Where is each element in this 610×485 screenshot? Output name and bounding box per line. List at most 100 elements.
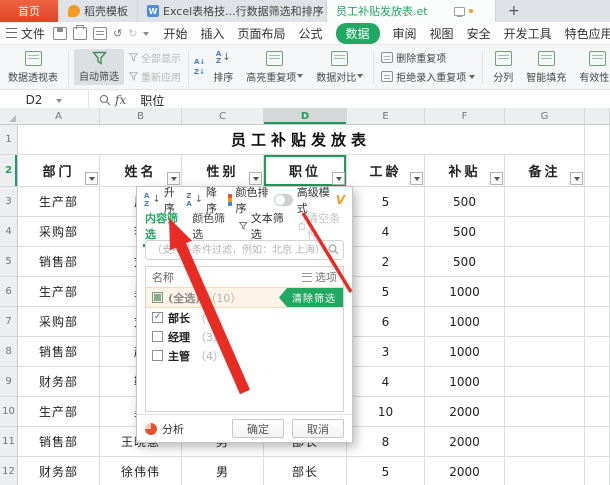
sort-asc-desc-icons[interactable]: A↓ Z↓ [194, 58, 205, 76]
print-preview-icon[interactable] [93, 26, 108, 40]
filter-dropdown-button-active[interactable] [332, 172, 345, 185]
checkbox-unchecked[interactable] [152, 350, 163, 361]
redo-icon[interactable]: ↻ [128, 28, 137, 39]
tab-docer[interactable]: 稻壳模板 [59, 0, 138, 22]
quickbar-dropdown-icon[interactable] [143, 31, 150, 39]
header-cell-years[interactable]: 工龄 [347, 155, 425, 187]
smart-fill-button[interactable]: 智能填充 [521, 49, 571, 86]
menu-view[interactable]: 视图 [430, 25, 454, 42]
clear-filter-badge[interactable]: 清除筛选 [279, 288, 343, 307]
cell-dept[interactable]: 销售部 [18, 247, 100, 277]
cell-dept[interactable]: 生产部 [18, 397, 100, 427]
menu-security[interactable]: 安全 [467, 25, 491, 42]
cell-subsidy[interactable]: 1000 [425, 367, 505, 397]
row-header[interactable]: 8 [0, 337, 18, 367]
checkbox-select-all[interactable] [152, 292, 163, 303]
empty-cell[interactable] [585, 397, 610, 427]
menu-developer[interactable]: 开发工具 [504, 25, 552, 42]
menu-formulas[interactable]: 公式 [299, 25, 323, 42]
cell-years[interactable]: 3 [347, 337, 425, 367]
list-item-select-all[interactable]: (全选) （10） 清除筛选 [146, 287, 343, 308]
cell-name[interactable]: 徐伟伟 [100, 457, 182, 485]
menu-insert[interactable]: 插入 [200, 25, 224, 42]
data-validation-button[interactable]: 有效性 [574, 49, 610, 86]
header-cell-subsidy[interactable]: 补贴 [425, 155, 505, 187]
list-item[interactable]: 主管 （4） [146, 346, 343, 365]
tab-web-document[interactable]: W Excel表格技...行数据筛选和排序 [138, 0, 327, 22]
cell-dept[interactable]: 销售部 [18, 337, 100, 367]
list-item[interactable]: ✓ 部长 （3） [146, 308, 343, 327]
cell-note[interactable] [505, 337, 585, 367]
cell-dept[interactable]: 财务部 [18, 367, 100, 397]
select-all-corner[interactable] [0, 108, 18, 124]
tab-current-sheet[interactable]: S 员工补贴发放表.et [0, 0, 610, 120]
zoom-formula-icon[interactable] [99, 94, 111, 106]
menu-special-features[interactable]: 特色应用 [565, 25, 610, 42]
cell-years[interactable]: 5 [347, 457, 425, 485]
empty-cell[interactable] [585, 367, 610, 397]
column-header-H-partial[interactable] [585, 108, 610, 124]
column-header-D-selected[interactable]: D [264, 108, 347, 124]
checkbox-checked[interactable]: ✓ [152, 312, 163, 323]
menu-page-layout[interactable]: 页面布局 [237, 25, 285, 42]
menu-start[interactable]: 开始 [163, 25, 187, 42]
options-button[interactable]: 选项 [302, 269, 337, 285]
advanced-mode-toggle[interactable] [273, 194, 293, 206]
column-header-A[interactable]: A [18, 108, 100, 124]
row-header[interactable]: 9 [0, 367, 18, 397]
cell-note[interactable] [505, 277, 585, 307]
cell-subsidy[interactable]: 500 [425, 187, 505, 217]
row-header[interactable]: 4 [0, 217, 18, 247]
fx-icon[interactable]: fx [115, 93, 126, 107]
cell-dept[interactable]: 销售部 [18, 427, 100, 457]
file-menu-button[interactable]: 文件 [6, 25, 45, 42]
cell-subsidy[interactable]: 500 [425, 247, 505, 277]
cell-dept[interactable]: 采购部 [18, 307, 100, 337]
cell-subsidy[interactable]: 1000 [425, 277, 505, 307]
tab-home[interactable]: 首页 [0, 0, 59, 22]
row-header[interactable]: 11 [0, 427, 18, 457]
row-header[interactable]: 3 [0, 187, 18, 217]
menu-data-active[interactable]: 数据 [335, 22, 380, 44]
filter-search-input[interactable] [145, 240, 344, 260]
empty-cell[interactable] [585, 277, 610, 307]
cell-note[interactable] [505, 307, 585, 337]
highlight-duplicates-button[interactable]: 高亮重复项 [241, 49, 308, 86]
sheet-title-cell[interactable]: 员工补贴发放表 [18, 125, 585, 155]
column-header-B[interactable]: B [100, 108, 182, 124]
cell-years[interactable]: 4 [347, 217, 425, 247]
empty-cell[interactable] [585, 307, 610, 337]
cell-subsidy[interactable]: 1000 [425, 337, 505, 367]
text-to-columns-button[interactable]: 分列 [488, 49, 518, 86]
row-header[interactable]: 7 [0, 307, 18, 337]
row-header[interactable]: 10 [0, 397, 18, 427]
filter-dropdown-button[interactable] [490, 172, 503, 185]
cell-years[interactable]: 5 [347, 277, 425, 307]
empty-cell[interactable] [585, 247, 610, 277]
cell-note[interactable] [505, 427, 585, 457]
remove-duplicates-button[interactable]: 删除重复项 [381, 50, 475, 65]
cell-note[interactable] [505, 397, 585, 427]
filter-dropdown-button[interactable] [570, 172, 583, 185]
clear-filter-conditions-button[interactable]: 清空条件 [297, 210, 344, 242]
cell-title[interactable]: 部长 [264, 457, 347, 485]
row-header-1[interactable]: 1 [0, 125, 18, 155]
empty-cell[interactable] [585, 457, 610, 485]
sort-button[interactable]: A Z ↓ 排序 [208, 48, 238, 86]
cell-subsidy[interactable]: 500 [425, 217, 505, 247]
cell-note[interactable] [505, 217, 585, 247]
header-cell-name[interactable]: 姓名 [100, 155, 182, 187]
row-header[interactable]: 12 [0, 457, 18, 485]
name-box[interactable]: D2 [0, 90, 89, 110]
cell-gender[interactable]: 男 [182, 457, 264, 485]
reapply-button[interactable]: 重新应用 [129, 69, 181, 84]
cell-note[interactable] [505, 367, 585, 397]
cell-note[interactable] [505, 457, 585, 485]
cell-subsidy[interactable]: 2000 [425, 427, 505, 457]
row-header[interactable]: 6 [0, 277, 18, 307]
empty-cell[interactable] [585, 427, 610, 457]
header-cell-gender[interactable]: 性别 [182, 155, 264, 187]
tab-text-filter[interactable]: 文本筛选 [239, 210, 287, 242]
save-icon[interactable] [53, 26, 68, 40]
filter-dropdown-button[interactable] [410, 172, 423, 185]
